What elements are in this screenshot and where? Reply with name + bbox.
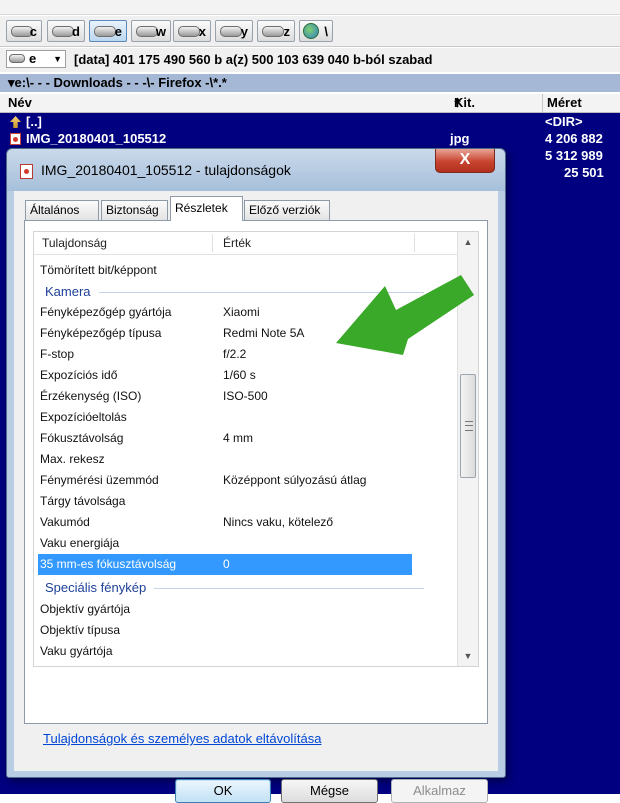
property-row[interactable]: Fénymérési üzemmód Középpont súlyozású át… (34, 470, 458, 491)
file-row[interactable]: [..] <DIR> (0, 114, 620, 130)
dialog-title: IMG_20180401_105512 - tulajdonságok (41, 162, 291, 178)
property-row[interactable]: Fókusztávolság 4 mm (34, 428, 458, 449)
property-row[interactable]: Max. rekesz (34, 449, 458, 470)
drive-icon (9, 54, 25, 63)
property-row[interactable]: Vakumód Nincs vaku, kötelező (34, 512, 458, 533)
column-property[interactable]: Tulajdonság (42, 232, 107, 254)
drive-icon (94, 26, 116, 37)
tab-general[interactable]: Általános (25, 200, 99, 220)
property-row[interactable]: Fényképezőgép típusa Redmi Note 5A (34, 323, 458, 344)
grip-icon (465, 421, 473, 431)
property-row[interactable]: Objektív típusa (34, 620, 458, 641)
vertical-scrollbar[interactable]: ▲ ▼ (457, 232, 478, 666)
property-row[interactable]: Fényképezőgép gyártója Xiaomi (34, 302, 458, 323)
property-row-selected[interactable]: 35 mm-es fókusztávolság 0 (38, 554, 412, 575)
column-header: Név 🠅 Kit. Méret (0, 94, 620, 113)
remove-properties-link[interactable]: Tulajdonságok és személyes adatok eltávo… (43, 731, 321, 746)
drive-button-x[interactable]: x (173, 20, 211, 42)
tab-previous-versions[interactable]: Előző verziók (244, 200, 330, 220)
details-panel: Tulajdonság Érték Tömörített bit/képpont… (24, 220, 488, 724)
drive-icon (52, 26, 74, 37)
image-file-icon (20, 164, 33, 179)
up-dir-icon (10, 116, 21, 128)
image-file-icon (10, 133, 21, 145)
drive-button-c[interactable]: c (6, 20, 42, 42)
property-row[interactable]: Vaku gyártója (34, 641, 458, 662)
tab-details[interactable]: Részletek (170, 196, 243, 221)
property-row[interactable]: F-stop f/2.2 (34, 344, 458, 365)
group-divider (45, 292, 424, 293)
drive-bar: c d e w x y z \ (0, 16, 620, 47)
properties-dialog: IMG_20180401_105512 - tulajdonságok X Ál… (6, 148, 506, 803)
property-row[interactable]: Expozíciós idő 1/60 s (34, 365, 458, 386)
drive-button-z[interactable]: z (257, 20, 295, 42)
column-separator (414, 234, 415, 252)
drive-select[interactable]: e ▼ (6, 50, 66, 68)
property-row[interactable]: Tömörített bit/képpont (34, 260, 458, 281)
column-separator (542, 94, 543, 112)
property-row[interactable]: Objektív gyártója (34, 599, 458, 620)
drive-icon (178, 26, 200, 37)
group-header-special-photo: Speciális fénykép (34, 577, 458, 598)
property-row[interactable]: Érzékenység (ISO) ISO-500 (34, 386, 458, 407)
drive-button-network[interactable]: \ (299, 20, 333, 42)
column-value[interactable]: Érték (223, 232, 251, 254)
property-row[interactable]: Vaku energiája (34, 533, 458, 554)
drive-icon (262, 26, 284, 37)
cancel-button[interactable]: Mégse (281, 779, 378, 803)
close-button[interactable]: X (435, 149, 495, 173)
scroll-down-icon[interactable]: ▼ (461, 649, 475, 663)
close-icon: X (459, 151, 471, 168)
ok-button[interactable]: OK (175, 779, 271, 803)
apply-button[interactable]: Alkalmaz (391, 779, 488, 803)
drive-button-d[interactable]: d (47, 20, 85, 42)
current-path-bar[interactable]: ▾e:\- - - Downloads - - -\- Firefox -\*.… (0, 74, 620, 92)
drive-icon (136, 26, 158, 37)
network-icon (303, 23, 319, 39)
drive-button-y[interactable]: y (215, 20, 253, 42)
column-size[interactable]: Méret (547, 94, 582, 112)
drive-button-w[interactable]: w (131, 20, 171, 42)
scroll-up-icon[interactable]: ▲ (461, 235, 475, 249)
drive-icon (220, 26, 242, 37)
window-top-strip (0, 0, 620, 15)
drive-info-row: e ▼ [data] 401 175 490 560 b a(z) 500 10… (0, 48, 620, 72)
column-name[interactable]: Név (8, 94, 32, 112)
file-row[interactable]: IMG_20180401_105512 jpg 4 206 882 (0, 131, 620, 147)
drive-button-e[interactable]: e (89, 20, 127, 42)
property-list[interactable]: Tulajdonság Érték Tömörített bit/képpont… (33, 231, 479, 667)
scroll-thumb[interactable] (460, 374, 476, 478)
dialog-titlebar[interactable]: IMG_20180401_105512 - tulajdonságok X (7, 149, 505, 191)
property-row[interactable]: Expozícióeltolás (34, 407, 458, 428)
drive-free-space: [data] 401 175 490 560 b a(z) 500 103 63… (74, 52, 433, 67)
column-separator (212, 234, 213, 252)
tab-security[interactable]: Biztonság (101, 200, 168, 220)
property-list-header: Tulajdonság Érték (34, 232, 458, 255)
property-row[interactable]: Tárgy távolsága (34, 491, 458, 512)
dialog-client: Általános Biztonság Részletek Előző verz… (14, 191, 498, 803)
group-header-camera: Kamera (34, 281, 458, 302)
chevron-down-icon: ▼ (53, 54, 62, 64)
